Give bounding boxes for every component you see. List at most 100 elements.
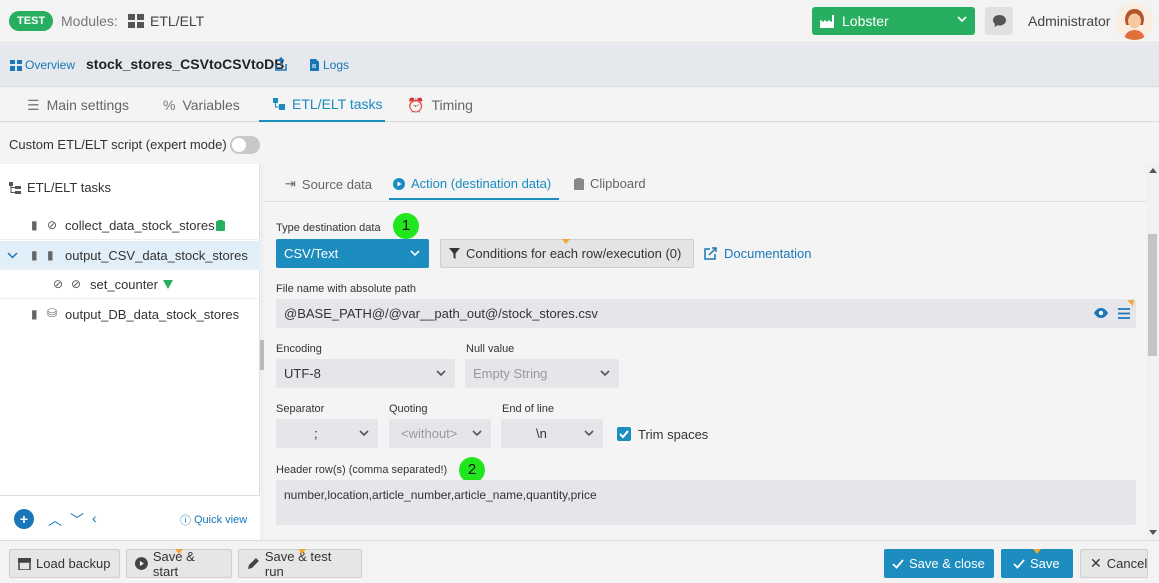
end-of-line-select[interactable]: \n <box>501 419 603 448</box>
scroll-up-icon[interactable] <box>1149 168 1157 173</box>
destination-type-select[interactable]: CSV/Text <box>276 239 429 268</box>
play-icon <box>135 557 148 570</box>
save-start-label: Save & start <box>152 548 195 579</box>
tab-timing[interactable]: ⏰ Timing <box>407 88 473 122</box>
chevron-down-icon <box>584 430 594 437</box>
cancel-button[interactable]: ✕ Cancel <box>1080 549 1148 578</box>
tree-header-label: ETL/ELT tasks <box>27 180 112 195</box>
load-backup-button[interactable]: Load backup <box>9 549 120 578</box>
save-close-button[interactable]: Save & close <box>884 549 994 578</box>
tab-source-data-label: Source data <box>301 176 373 192</box>
separator-value: ; <box>314 426 318 441</box>
save-close-label: Save & close <box>909 556 985 571</box>
custom-script-toggle[interactable] <box>230 136 260 154</box>
user-name[interactable]: Administrator <box>1028 13 1110 29</box>
tab-source-data[interactable]: ⇥ Source data <box>285 176 372 192</box>
tab-action-destination[interactable]: Action (destination data) <box>393 176 551 191</box>
chat-icon <box>992 15 1006 27</box>
header-rows-value: number,location,article_number,article_n… <box>284 488 597 502</box>
tab-clipboard[interactable]: Clipboard <box>574 176 646 191</box>
overview-icon <box>10 59 22 71</box>
expand-chevron-icon[interactable] <box>7 252 18 259</box>
add-task-button[interactable]: + <box>14 509 34 529</box>
separator-label: Separator <box>276 403 325 415</box>
play-icon <box>393 177 405 190</box>
tree-item-collect[interactable]: ▮ ⊘ collect_data_stock_stores <box>0 211 260 240</box>
info-icon: ⓘ <box>180 515 191 527</box>
module-name[interactable]: ETL/ELT <box>150 13 204 29</box>
load-backup-label: Load backup <box>36 556 111 571</box>
file-icon: ▮ <box>31 248 38 262</box>
tree-item-label: set_counter <box>90 277 158 292</box>
trim-spaces-checkbox[interactable] <box>617 427 631 441</box>
chevron-down-icon <box>957 16 967 23</box>
tree-item-label: collect_data_stock_stores <box>65 218 215 233</box>
close-icon: ✕ <box>1090 555 1102 571</box>
tree-item-output-db[interactable]: ▮ ⛁ output_DB_data_stock_stores <box>0 300 260 329</box>
collapse-button[interactable]: ‹ <box>92 510 97 526</box>
move-down-button[interactable]: ﹀ <box>70 510 84 530</box>
project-select[interactable]: Lobster <box>812 7 975 35</box>
encoding-select[interactable]: UTF-8 <box>276 359 455 388</box>
quoting-select[interactable]: <without> <box>389 419 491 448</box>
type-destination-label: Type destination data <box>276 222 381 234</box>
file-icon: ▮ <box>31 218 38 232</box>
tab-etl-tasks[interactable]: ETL/ELT tasks <box>259 88 385 122</box>
menu-icon[interactable] <box>1118 308 1130 319</box>
environment-badge: TEST <box>9 11 54 31</box>
separator-select[interactable]: ; <box>276 419 378 448</box>
database-icon: ⛁ <box>47 306 58 320</box>
tree-item-output-csv[interactable]: ▮ ▮ output_CSV_data_stock_stores <box>0 241 260 270</box>
null-value-value: Empty String <box>473 366 548 381</box>
list-icon: ☰ <box>27 97 40 113</box>
chevron-down-icon <box>359 430 369 437</box>
chat-button[interactable] <box>985 7 1013 35</box>
overview-link[interactable]: Overview <box>10 58 75 72</box>
user-avatar[interactable] <box>1116 3 1153 40</box>
tree-item-label: output_DB_data_stock_stores <box>65 307 240 322</box>
documentation-link[interactable]: Documentation <box>704 246 811 261</box>
chevron-down-icon: ﹀ <box>70 512 84 528</box>
quick-view-link[interactable]: ⓘ Quick view <box>180 512 247 528</box>
eye-icon[interactable] <box>1094 308 1108 318</box>
check-icon <box>892 558 904 569</box>
scroll-down-icon[interactable] <box>1149 530 1157 535</box>
documentation-link-label: Documentation <box>724 246 812 261</box>
file-path-input[interactable]: @BASE_PATH@/@var__path_out@/stock_stores… <box>276 299 1136 328</box>
tab-variables[interactable]: % Variables <box>163 88 240 122</box>
path-label: File name with absolute path <box>276 283 417 295</box>
encoding-value: UTF-8 <box>284 366 321 381</box>
avatar-icon <box>1116 3 1153 40</box>
save-test-indicator <box>298 549 306 554</box>
tab-action-label: Action (destination data) <box>411 176 552 191</box>
trim-spaces-label: Trim spaces <box>638 427 709 442</box>
chevron-down-icon <box>410 250 420 257</box>
tab-variables-label: Variables <box>182 97 240 113</box>
checkmark-icon <box>619 430 629 439</box>
chevron-up-icon: ︿ <box>48 512 62 528</box>
header-rows-input[interactable]: number,location,article_number,article_n… <box>276 480 1136 525</box>
tree-item-set-counter[interactable]: ⊘ ⊘ set_counter <box>0 270 260 299</box>
null-value-select[interactable]: Empty String <box>465 359 619 388</box>
logs-link[interactable]: Logs <box>309 58 349 72</box>
modules-label: Modules: <box>61 13 118 29</box>
scrollbar-thumb[interactable] <box>1148 234 1157 356</box>
project-select-value: Lobster <box>842 13 889 29</box>
overview-link-label: Overview <box>25 58 76 72</box>
export-icon[interactable] <box>274 57 288 71</box>
annotation-marker-1: 1 <box>393 213 419 239</box>
chevron-left-icon: ‹ <box>92 510 97 526</box>
encoding-label: Encoding <box>276 343 322 355</box>
move-up-button[interactable]: ︿ <box>48 510 62 530</box>
cancel-label: Cancel <box>1106 556 1148 571</box>
end-of-line-label: End of line <box>502 403 554 415</box>
chevron-down-icon <box>472 430 482 437</box>
disabled-icon: ⊘ <box>53 277 64 291</box>
active-tab-underline <box>389 198 559 200</box>
backup-icon <box>18 557 31 570</box>
tab-etl-tasks-label: ETL/ELT tasks <box>292 96 383 112</box>
logs-icon <box>310 59 319 71</box>
tab-main-settings[interactable]: ☰ Main settings <box>27 88 129 122</box>
tab-clipboard-label: Clipboard <box>590 176 646 191</box>
destination-type-value: CSV/Text <box>284 246 339 261</box>
